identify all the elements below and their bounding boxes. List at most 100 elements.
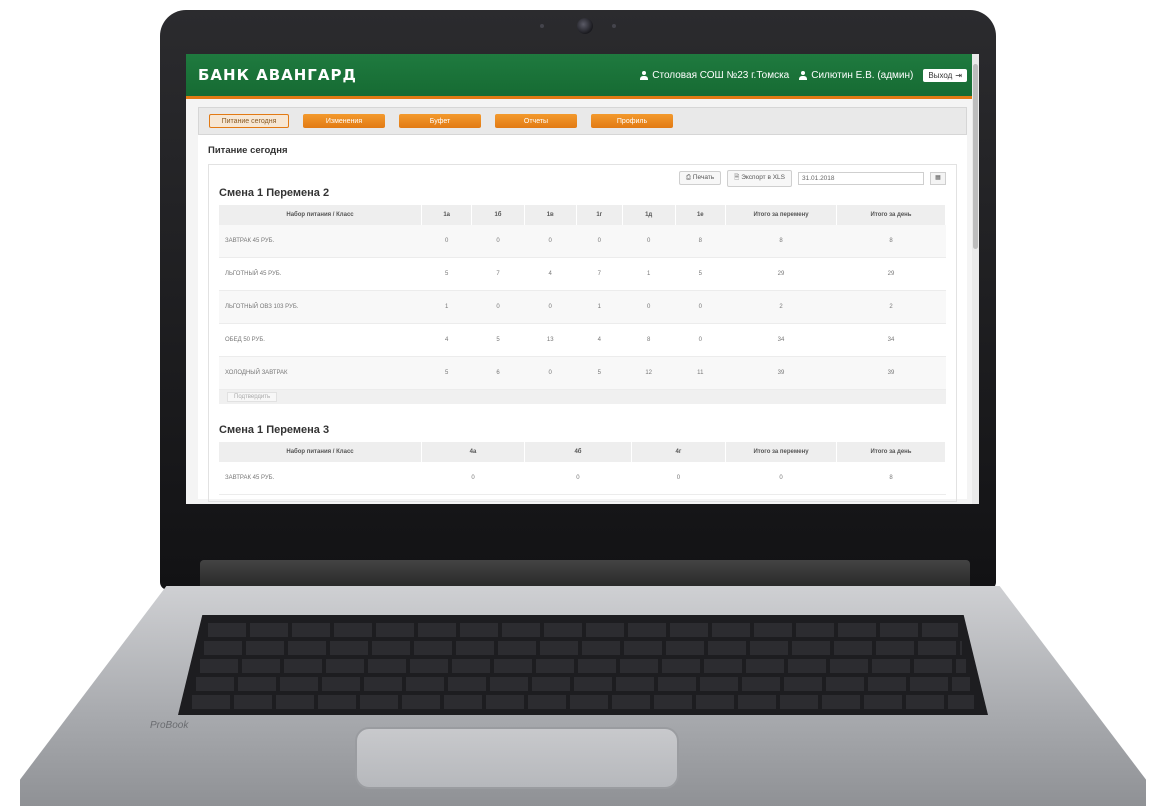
section-title: Смена 1 Перемена 2 — [219, 187, 330, 199]
toolbar: ⎙ Печать 🗎 Экспорт в XLS 31.01.2018 ▦ — [219, 169, 946, 187]
person-icon — [799, 70, 808, 80]
meal-name: ЗАВТРАК 45 РУБ. — [219, 225, 422, 258]
table-cell: 5 — [675, 257, 726, 291]
tab-buffet[interactable]: Буфет — [399, 114, 481, 128]
column-header: 4б — [524, 442, 632, 462]
meal-name: ЛЬГОТНЫЙ ОВЗ 103 РУБ. — [219, 290, 422, 324]
table-cell: 29 — [725, 257, 837, 291]
table-cell: 0 — [622, 225, 676, 258]
column-header: 1д — [622, 205, 676, 225]
date-field[interactable]: 31.01.2018 — [798, 171, 924, 185]
column-header: Итого за перемену — [725, 205, 837, 225]
person-icon — [640, 70, 649, 80]
table-cell: 39 — [725, 356, 837, 390]
tab-food-today[interactable]: Питание сегодня — [209, 114, 289, 128]
column-header: 1е — [675, 205, 727, 225]
table-cell: 4 — [576, 323, 623, 357]
column-header: 1г — [576, 205, 623, 225]
column-header: Итого за день — [836, 442, 946, 462]
table-cell: 1 — [576, 290, 623, 324]
table-cell: 12 — [622, 356, 676, 390]
table-cell: 4 — [421, 323, 472, 357]
table-header-row: Набор питания / Класс 1а 1б 1в 1г 1д 1е … — [219, 205, 946, 225]
table-cell: 5 — [471, 323, 525, 357]
user-name: Силютин Е.В. (админ) — [811, 69, 914, 81]
table-cell: 13 — [524, 323, 577, 357]
table-cell: 0 — [471, 225, 525, 258]
table-cell: 5 — [576, 356, 623, 390]
table-cell: 0 — [524, 225, 577, 258]
column-header: 1б — [471, 205, 525, 225]
column-header: 1а — [421, 205, 473, 225]
table-cell: 0 — [631, 462, 726, 495]
section-title: Смена 1 Перемена 3 — [219, 424, 330, 436]
table-row: ХОЛОДНЫЙ ЗАВТРАК 5 6 0 5 12 11 39 39 — [219, 356, 946, 390]
table-row: ЛЬГОТНЫЙ 45 РУБ. 5 7 4 7 1 5 29 29 — [219, 257, 946, 291]
table-cell: 5 — [421, 257, 472, 291]
print-button[interactable]: ⎙ Печать — [678, 171, 722, 185]
table-cell: 8 — [836, 462, 946, 495]
table-cell: 0 — [524, 356, 577, 390]
table-cell: 8 — [836, 225, 946, 258]
calendar-icon[interactable]: ▦ — [930, 171, 946, 185]
laptop-brand: ProBook — [150, 720, 189, 731]
keyboard — [178, 615, 988, 715]
table-cell: 0 — [524, 462, 632, 495]
bank-logo: БАНК АВАНГАРД — [198, 66, 357, 84]
table-cell: 34 — [836, 323, 946, 357]
logout-icon: ⇥ — [955, 70, 962, 80]
table-cell: 0 — [576, 225, 623, 258]
table-cell: 7 — [576, 257, 623, 291]
scroll-thumb[interactable] — [973, 64, 978, 249]
table-cell: 0 — [675, 323, 726, 357]
confirm-button[interactable]: Подтвердить — [227, 392, 278, 402]
meal-name: ОБЕД 50 РУБ. — [219, 323, 422, 357]
table-cell: 0 — [725, 462, 837, 495]
table-cell: 0 — [524, 290, 577, 324]
main-nav: Питание сегодня Изменения Буфет Отчеты П… — [198, 107, 967, 135]
tab-profile[interactable]: Профиль — [591, 114, 673, 128]
table-cell: 11 — [675, 356, 726, 390]
document-icon: 🗎 — [734, 173, 740, 181]
table-cell: 29 — [836, 257, 946, 291]
table-cell: 0 — [622, 290, 676, 324]
tab-changes[interactable]: Изменения — [303, 114, 385, 128]
sensor-dot — [612, 24, 616, 28]
table-cell: 0 — [421, 225, 472, 258]
table-cell: 8 — [725, 225, 837, 258]
organization-name: Столовая СОШ №23 г.Томска — [652, 69, 790, 81]
main-content: Питание сегодня ⎙ Печать 🗎 Экспорт в XLS… — [198, 135, 967, 502]
page-title: Питание сегодня — [208, 145, 288, 156]
touchpad — [355, 727, 679, 789]
table-cell: 8 — [675, 225, 726, 258]
column-header: 4а — [421, 442, 526, 462]
column-header: Набор питания / Класс — [219, 442, 422, 462]
meal-table: Набор питания / Класс 4а 4б 4г Итого за … — [219, 442, 946, 495]
table-cell: 1 — [421, 290, 472, 324]
column-header: Набор питания / Класс — [219, 205, 422, 225]
table-row: ЗАВТРАК 45 РУБ. 0 0 0 0 8 — [219, 462, 946, 495]
user-info: Силютин Е.В. (админ) — [799, 70, 913, 81]
table-header-row: Набор питания / Класс 4а 4б 4г Итого за … — [219, 442, 946, 462]
screen: БАНК АВАНГАРД Столовая СОШ №23 г.Томска … — [186, 54, 979, 504]
webcam-icon — [577, 18, 593, 34]
report-panel: ⎙ Печать 🗎 Экспорт в XLS 31.01.2018 ▦ См… — [208, 164, 957, 502]
table-cell: 2 — [725, 290, 837, 324]
table-cell: 6 — [471, 356, 525, 390]
column-header: Итого за день — [836, 205, 946, 225]
column-header: 1в — [524, 205, 577, 225]
meal-name: ХОЛОДНЫЙ ЗАВТРАК — [219, 356, 422, 390]
table-cell: 4 — [524, 257, 577, 291]
organization-info: Столовая СОШ №23 г.Томска — [640, 70, 789, 81]
scrollbar[interactable] — [972, 54, 979, 504]
table-row: ЗАВТРАК 45 РУБ. 0 0 0 0 0 8 8 8 — [219, 225, 946, 258]
table-row: ЛЬГОТНЫЙ ОВЗ 103 РУБ. 1 0 0 1 0 0 2 2 — [219, 290, 946, 324]
table-cell: 34 — [725, 323, 837, 357]
meal-name: ЛЬГОТНЫЙ 45 РУБ. — [219, 257, 422, 291]
tab-reports[interactable]: Отчеты — [495, 114, 577, 128]
table-cell: 5 — [421, 356, 472, 390]
export-xls-button[interactable]: 🗎 Экспорт в XLS — [727, 169, 792, 187]
header-bar: БАНК АВАНГАРД Столовая СОШ №23 г.Томска … — [186, 54, 979, 99]
table-cell: 0 — [471, 290, 525, 324]
logout-button[interactable]: Выход ⇥ — [923, 68, 967, 82]
